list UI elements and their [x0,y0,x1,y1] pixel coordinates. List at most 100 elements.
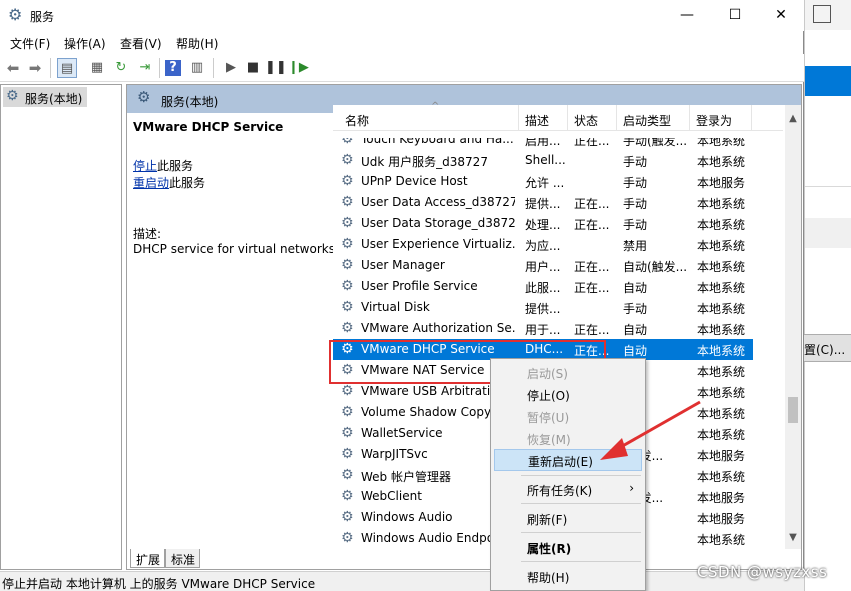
service-startup-cell: 自动(触发... [623,260,687,274]
scroll-up-icon[interactable]: ▲ [785,113,801,124]
minimize-button[interactable]: — [664,0,710,31]
tab-extended[interactable]: 扩展 [130,549,166,568]
toolbar-separator [50,58,51,78]
services-gear-icon: ⚙ [6,88,19,104]
service-logon-cell: 本地系统 [697,281,746,295]
tree-node-services-local[interactable]: ⚙ 服务(本地) [3,87,87,107]
toolbar-separator [159,58,160,78]
menu-item-start[interactable]: 启动(S) [494,361,642,383]
service-logon-cell: 本地服务 [697,176,746,190]
properties-icon[interactable]: ▦ [87,58,107,78]
table-row[interactable]: ⚙ Udk 用户服务_d38727 Shell... 手动 本地系统 [333,150,753,171]
service-logon-cell: 本地系统 [697,323,746,337]
watermark: CSDN @wsyzxss [697,563,828,581]
service-description-cell: 用户... [525,260,561,274]
table-row[interactable]: ⚙ User Data Storage_d38727 处理... 正在... 手动 本地系… [333,213,753,234]
service-logon-cell: 本地系统 [697,302,746,316]
service-logon-cell: 本地系统 [697,428,746,442]
table-row[interactable]: ⚙ UPnP Device Host 允许 ... 手动 本地服务 [333,171,753,192]
service-description-cell: 此服... [525,281,561,295]
service-status-cell: 正在... [574,323,610,337]
column-header-startup-type[interactable]: 启动类型 [617,105,690,131]
service-name-cell: Touch Keyboard and Ha... [361,138,514,146]
service-gear-icon: ⚙ [341,215,354,231]
service-name-cell: User Profile Service [361,279,478,293]
service-logon-cell: 本地服务 [697,449,746,463]
tab-standard[interactable]: 标准 [165,549,201,568]
stop-icon[interactable]: ■ [243,58,263,78]
console-tree-icon[interactable]: ▤ [57,58,77,78]
status-text: 停止并启动 本地计算机 上的服务 VMware DHCP Service [2,577,316,591]
background-window: 置(C)... [803,0,851,591]
menu-item-all-tasks[interactable]: 所有任务(K) › [494,478,642,500]
service-gear-icon: ⚙ [341,194,354,210]
menu-item-stop[interactable]: 停止(O) [494,383,642,405]
scroll-down-icon[interactable]: ▼ [785,532,801,543]
menu-item-help[interactable]: 帮助(H) [494,565,642,587]
close-button[interactable]: ✕ [758,0,804,31]
service-gear-icon: ⚙ [341,138,354,147]
column-header-description[interactable]: 描述 [519,105,568,131]
table-row[interactable]: ⚙ Touch Keyboard and Ha... 启用... 正在... 手动(触发… [333,138,753,150]
service-logon-cell: 本地系统 [697,155,746,169]
service-startup-cell: 手动 [623,197,648,211]
service-name-cell: Virtual Disk [361,300,430,314]
background-settings-button[interactable]: 置(C)... [803,334,851,362]
column-logon-label: 登录为 [696,114,733,128]
service-description-cell: 启用... [525,138,561,148]
service-logon-cell: 本地服务 [697,491,746,505]
stop-service-link[interactable]: 停止 [133,159,157,173]
menu-separator [521,532,641,533]
column-header-name[interactable]: ^ 名称 [339,101,519,131]
forward-icon[interactable]: ➡ [25,58,45,78]
service-gear-icon: ⚙ [341,425,354,441]
menu-item-resume[interactable]: 恢复(M) [494,427,642,449]
background-restore-icon[interactable] [813,5,831,23]
menu-help[interactable]: 帮助(H) [176,35,218,52]
table-row[interactable]: ⚙ User Profile Service 此服... 正在... 自动 本地系统 [333,276,753,297]
menu-item-properties[interactable]: 属性(R) [494,536,642,558]
console-tree: ⚙ 服务(本地) [0,84,122,570]
show-panel-icon[interactable]: ▥ [187,58,207,78]
pause-icon[interactable]: ❚❚ [265,58,287,78]
table-row[interactable]: ⚙ User Manager 用户... 正在... 自动(触发... 本地系统 [333,255,753,276]
description-text: DHCP service for virtual networks. [133,242,339,256]
menu-item-pause[interactable]: 暂停(U) [494,405,642,427]
menu-file[interactable]: 文件(F) [10,35,50,52]
service-name-cell: User Manager [361,258,445,272]
service-gear-icon: ⚙ [341,299,354,315]
vertical-scrollbar[interactable]: ▲ ▼ [785,105,801,549]
restart-icon[interactable]: ❙▶ [288,58,309,78]
menu-item-refresh[interactable]: 刷新(F) [494,507,642,529]
restart-suffix: 此服务 [169,176,206,190]
column-header-status[interactable]: 状态 [568,105,617,131]
service-startup-cell: 手动(触发... [623,138,687,148]
back-icon[interactable]: ⬅ [3,58,23,78]
table-row[interactable]: ⚙ VMware Authorization Se... 用于... 正在... 自动 本… [333,318,753,339]
service-logon-cell: 本地系统 [697,386,746,400]
service-startup-cell: 手动 [623,176,648,190]
service-gear-icon: ⚙ [341,488,354,504]
column-header-logon-as[interactable]: 登录为 [690,105,752,131]
column-description-label: 描述 [525,114,550,128]
menu-view[interactable]: 查看(V) [120,35,162,52]
service-gear-icon: ⚙ [341,257,354,273]
start-icon[interactable]: ▶ [221,58,241,78]
scroll-thumb[interactable] [788,397,798,423]
service-logon-cell: 本地服务 [697,512,746,526]
restart-service-link[interactable]: 重启动 [133,176,169,190]
help-icon[interactable]: ? [165,60,181,76]
menu-item-restart[interactable]: 重新启动(E) [494,449,642,471]
export-icon[interactable]: ⇥ [135,58,155,78]
table-row[interactable]: ⚙ Virtual Disk 提供... 手动 本地系统 [333,297,753,318]
service-description-cell: 允许 ... [525,176,565,190]
maximize-button[interactable]: ☐ [712,0,758,31]
service-logon-cell: 本地系统 [697,533,746,547]
menu-action[interactable]: 操作(A) [64,35,106,52]
background-selected-item[interactable] [805,66,851,96]
toolbar: ⬅ ➡ ▤ ▦ ↻ ⇥ ? ▥ ▶ ■ ❚❚ ❙▶ [0,54,804,82]
service-logon-cell: 本地系统 [697,365,746,379]
table-row[interactable]: ⚙ User Experience Virtualiz... 为应... 禁用 本地系统 [333,234,753,255]
table-row[interactable]: ⚙ User Data Access_d38727 提供... 正在... 手动 本地系统 [333,192,753,213]
refresh-icon[interactable]: ↻ [111,58,131,78]
